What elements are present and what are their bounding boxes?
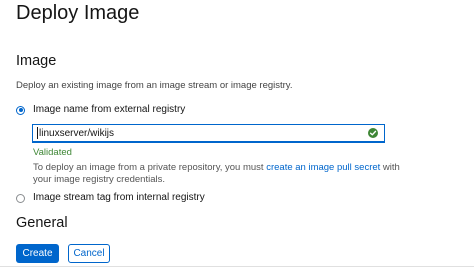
radio-internal-registry-label: Image stream tag from internal registry: [33, 192, 205, 203]
check-circle-icon: [368, 128, 378, 138]
image-section-title: Image: [16, 53, 57, 69]
image-section-description: Deploy an existing image from an image s…: [16, 80, 293, 91]
cancel-button[interactable]: Cancel: [68, 244, 110, 263]
create-button[interactable]: Create: [16, 244, 59, 263]
page-title: Deploy Image: [16, 2, 140, 24]
helper-text: To deploy an image from a private reposi…: [33, 162, 418, 186]
radio-internal-registry[interactable]: Image stream tag from internal registry: [16, 191, 205, 205]
radio-external-registry-label: Image name from external registry: [33, 104, 186, 115]
validation-message: Validated: [33, 147, 72, 158]
general-section-title: General: [16, 215, 68, 231]
helper-text-prefix: To deploy an image from a private reposi…: [33, 162, 267, 173]
text-cursor: [37, 127, 38, 139]
image-name-value: linuxserver/wikijs: [39, 127, 115, 139]
create-pull-secret-link[interactable]: create an image pull secret: [266, 162, 380, 173]
image-name-input[interactable]: linuxserver/wikijs: [32, 124, 385, 143]
radio-internal-registry-control[interactable]: [16, 193, 25, 203]
footer-divider: [0, 266, 474, 267]
radio-external-registry-control[interactable]: [16, 105, 25, 115]
radio-external-registry[interactable]: Image name from external registry: [16, 103, 185, 117]
